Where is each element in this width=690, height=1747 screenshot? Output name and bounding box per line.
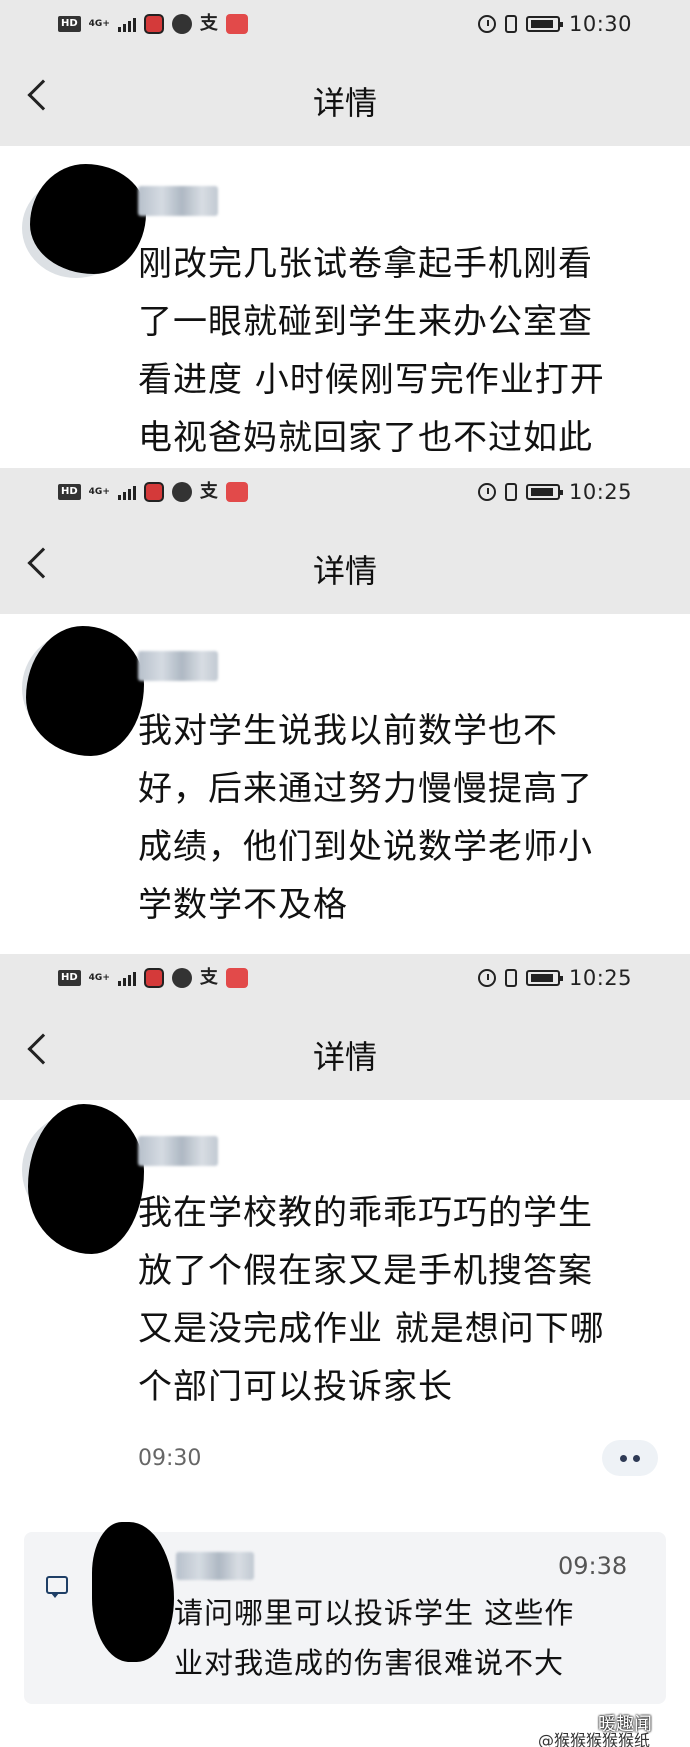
signal-icon: 4G+ — [88, 972, 110, 983]
battery-icon — [525, 16, 563, 32]
signal-bars-icon — [117, 16, 136, 32]
more-icon — [620, 1454, 627, 1462]
screenshot-2: HD 4G+ 支 10:25 详情 我对学生说我以前数学也不 好，后来通过努力慢… — [0, 468, 690, 951]
alarm-icon — [477, 969, 496, 987]
avatar — [26, 626, 144, 756]
reply-avatar — [92, 1522, 174, 1662]
alipay-icon: 支 — [199, 13, 218, 34]
hd-icon: HD — [58, 970, 81, 986]
reply-text: 请问哪里可以投诉学生 这些作 业对我造成的伤害很难说不大 — [174, 1596, 575, 1680]
alipay-icon: 支 — [199, 481, 218, 502]
red-app-icon-2 — [225, 968, 248, 988]
status-bar: HD 4G+ 支 10:25 — [0, 954, 690, 1002]
hd-icon: HD — [58, 16, 81, 32]
avatar — [28, 1104, 144, 1254]
status-time: 10:25 — [568, 480, 632, 504]
battery-icon — [525, 970, 563, 986]
reply-timestamp: 09:38 — [558, 1552, 628, 1580]
screenshot-3: HD 4G+ 支 10:25 详情 我在学校教的乖乖巧巧的学生 放了个假在家又是… — [0, 954, 690, 1747]
globe-icon — [171, 968, 192, 988]
red-app-icon — [143, 14, 164, 34]
reply-card[interactable]: 09:38 请问哪里可以投诉学生 这些作 业对我造成的伤害很难说不大 — [24, 1522, 666, 1704]
globe-icon — [171, 14, 192, 34]
alarm-icon — [477, 483, 496, 501]
screenshot-1: HD 4G+ 支 10:30 详情 刚改完几张试卷拿起手机刚看 了一眼就碰到学生… — [0, 0, 690, 465]
red-app-icon-2 — [225, 14, 248, 34]
more-button[interactable] — [602, 1440, 658, 1476]
vibrate-icon — [504, 15, 517, 33]
title-bar: 详情 — [0, 516, 690, 614]
status-time: 10:30 — [568, 12, 632, 36]
red-app-icon-2 — [225, 482, 248, 502]
reply-username-blurred — [176, 1552, 254, 1580]
title-bar: 详情 — [0, 48, 690, 146]
post-timestamp: 09:30 — [138, 1446, 202, 1471]
hd-icon: HD — [58, 484, 81, 500]
comment-icon — [46, 1576, 68, 1598]
red-app-icon — [143, 482, 164, 502]
username-blurred — [138, 651, 218, 681]
avatar — [30, 164, 146, 274]
page-title: 详情 — [312, 552, 377, 590]
page-title: 详情 — [312, 1038, 377, 1076]
post-text: 我在学校教的乖乖巧巧的学生 放了个假在家又是手机搜答案 又是没完成作业 就是想问… — [138, 1193, 605, 1407]
title-bar: 详情 — [0, 1002, 690, 1100]
page-title: 详情 — [312, 84, 377, 122]
signal-bars-icon — [117, 970, 136, 986]
signal-icon: 4G+ — [88, 18, 110, 29]
watermark-handle: @猴猴猴猴猴纸 — [538, 1731, 651, 1747]
signal-bars-icon — [117, 484, 136, 500]
username-blurred — [138, 186, 218, 216]
username-blurred — [138, 1136, 218, 1166]
status-bar: HD 4G+ 支 10:30 — [0, 0, 690, 48]
post-text: 我对学生说我以前数学也不 好，后来通过努力慢慢提高了 成绩，他们到处说数学老师小… — [138, 711, 593, 925]
red-app-icon — [143, 968, 164, 988]
signal-icon: 4G+ — [88, 486, 110, 497]
battery-icon — [525, 484, 563, 500]
status-time: 10:25 — [568, 966, 632, 990]
alipay-icon: 支 — [199, 967, 218, 988]
alarm-icon — [477, 15, 496, 33]
globe-icon — [171, 482, 192, 502]
status-bar: HD 4G+ 支 10:25 — [0, 468, 690, 516]
post-text: 刚改完几张试卷拿起手机刚看 了一眼就碰到学生来办公室查 看进度 小时候刚写完作业… — [138, 244, 605, 458]
vibrate-icon — [504, 969, 517, 987]
vibrate-icon — [504, 483, 517, 501]
